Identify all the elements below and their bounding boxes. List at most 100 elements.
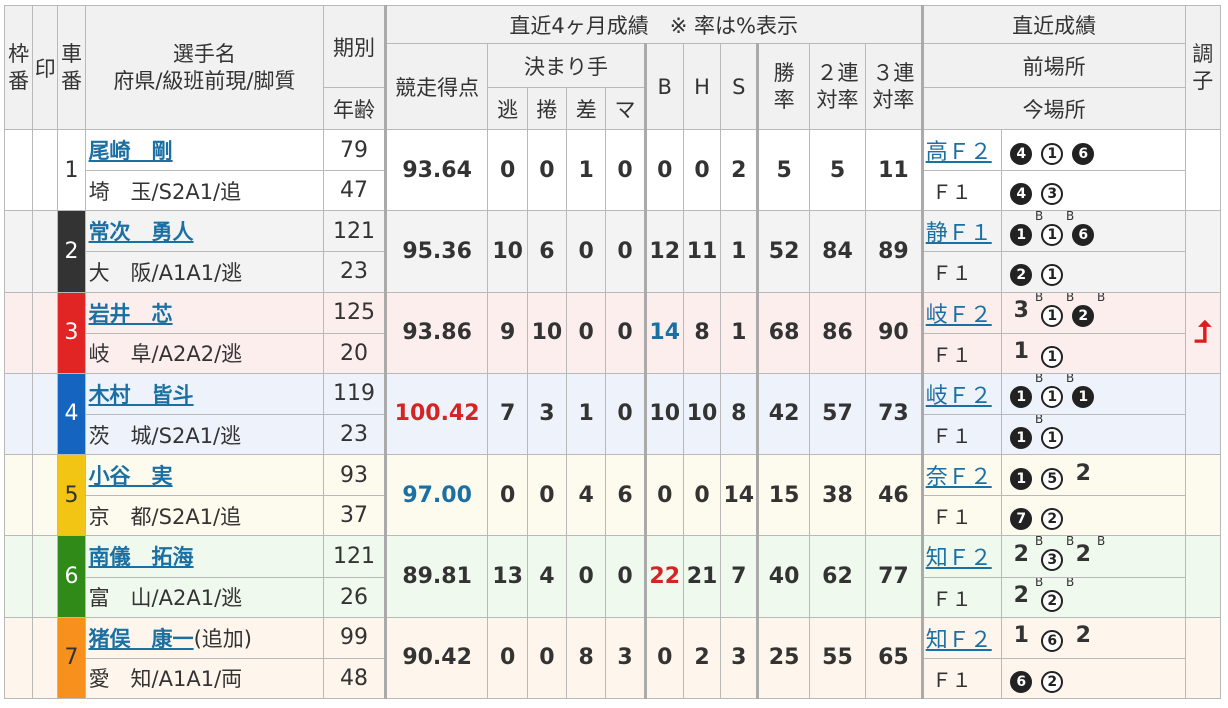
mark-cell[interactable] xyxy=(32,454,59,537)
kibetsu-cell: 93 xyxy=(323,454,386,497)
h-cell: 2 xyxy=(682,616,722,700)
header-age: 年齢 xyxy=(323,87,386,130)
result-rank: 5 xyxy=(1041,467,1064,490)
car-number: 6 xyxy=(57,535,86,618)
mark-cell[interactable] xyxy=(32,128,59,212)
header-win-1: 勝 xyxy=(773,61,795,86)
mark-cell[interactable] xyxy=(32,372,59,456)
mark-cell[interactable] xyxy=(32,616,59,700)
cur-venue-cell: Ｆ１ xyxy=(920,251,1003,293)
player-name-cell: 小谷 実 xyxy=(84,454,325,497)
result-rank: 1 xyxy=(1041,223,1064,246)
player-name-link[interactable]: 小谷 実 xyxy=(89,464,173,488)
b-cell: 22 xyxy=(643,535,684,618)
kibetsu-cell: 119 xyxy=(323,372,386,415)
ren2-rate-cell: 55 xyxy=(808,616,867,700)
ren2-rate-cell: 38 xyxy=(808,454,867,537)
win-rate-cell: 15 xyxy=(756,454,810,537)
b-cell: 14 xyxy=(643,291,684,374)
ren2-rate-cell: 86 xyxy=(808,291,867,374)
makuri-cell: 0 xyxy=(526,454,568,537)
result-rank: 1 xyxy=(1041,427,1064,450)
nige-cell: 13 xyxy=(487,535,528,618)
mark-cell[interactable] xyxy=(32,535,59,618)
result-sup: B xyxy=(1066,577,1075,589)
result-sup: B xyxy=(1097,535,1106,548)
win-rate-cell: 52 xyxy=(756,210,810,293)
prev-venue-link[interactable]: 岐Ｆ２ xyxy=(926,384,992,409)
prev-venue-link[interactable]: 奈Ｆ２ xyxy=(926,465,992,490)
header-win-2: 率 xyxy=(773,87,795,112)
s-cell: 7 xyxy=(720,535,759,618)
result-mark: 1B xyxy=(1041,293,1074,328)
win-rate-cell: 42 xyxy=(756,372,810,456)
car-number: 7 xyxy=(57,616,86,700)
player-name-link[interactable]: 猪俣 康一 xyxy=(89,627,194,651)
result-rank: 6 xyxy=(1072,223,1095,246)
result-rank: 1 xyxy=(1010,386,1033,409)
prev-venue-link[interactable]: 岐Ｆ２ xyxy=(926,303,992,328)
player-info: 愛 知/A1A1/両 xyxy=(84,657,325,700)
result-rank: 2 xyxy=(1041,508,1064,531)
player-name-cell: 猪俣 康一(追加) xyxy=(84,616,325,659)
age-cell: 26 xyxy=(323,576,386,618)
result-mark: 1B xyxy=(1010,415,1043,450)
kibetsu-cell: 121 xyxy=(323,210,386,253)
result-rank: 2 xyxy=(1041,589,1064,612)
prev-venue-cell: 高Ｆ２ xyxy=(920,128,1003,172)
result-mark: 2 xyxy=(1010,257,1033,287)
sashi-cell: 8 xyxy=(566,616,607,700)
mark-cell[interactable] xyxy=(32,210,59,293)
h-cell: 0 xyxy=(682,454,722,537)
result-rank: 1 xyxy=(1041,305,1064,328)
player-name-link[interactable]: 木村 皆斗 xyxy=(89,383,194,407)
waku-cell xyxy=(3,128,34,212)
header-score: 競走得点 xyxy=(383,43,489,130)
cur-venue-cell: Ｆ１ xyxy=(920,413,1003,456)
prev-venue-link[interactable]: 知Ｆ２ xyxy=(926,546,992,571)
prev-venue-link[interactable]: 高Ｆ２ xyxy=(926,140,992,165)
result-mark: 2 xyxy=(1072,623,1094,648)
age-cell: 20 xyxy=(323,332,386,374)
player-name-cell: 岩井 芯 xyxy=(84,291,325,334)
player-name-link[interactable]: 岩井 芯 xyxy=(89,302,173,326)
result-mark: 4 xyxy=(1010,136,1033,165)
result-mark: 1B xyxy=(1010,212,1043,246)
prev-venue-link[interactable]: 静Ｆ１ xyxy=(926,221,992,246)
result-mark: 5 xyxy=(1041,461,1064,490)
nige-cell: 0 xyxy=(487,128,528,212)
waku-cell xyxy=(3,454,34,537)
rider-row: 2 常次 勇人 121 95.36 10 6 0 0 12 11 1 52 84… xyxy=(3,210,1222,293)
player-info: 大 阪/A1A1/逃 xyxy=(84,251,325,293)
sashi-cell: 0 xyxy=(566,291,607,374)
result-rank: 2 xyxy=(1075,460,1091,486)
s-cell: 1 xyxy=(720,210,759,293)
result-rank: 2 xyxy=(1072,305,1095,328)
s-cell: 8 xyxy=(720,372,759,456)
ren2-rate-cell: 5 xyxy=(808,128,867,212)
result-mark: 6 xyxy=(1072,136,1095,165)
score-cell: 90.42 xyxy=(383,616,489,700)
header-waku: 枠番 xyxy=(3,5,34,130)
result-rank: 4 xyxy=(1010,142,1033,165)
header-sashi: 差 xyxy=(566,87,607,130)
rider-row: 6 南儀 拓海 121 89.81 13 4 0 0 22 21 7 40 62… xyxy=(3,535,1222,618)
header-cur-venue: 今場所 xyxy=(920,87,1186,130)
ren2-rate-cell: 84 xyxy=(808,210,867,293)
car-number: 4 xyxy=(57,372,86,456)
result-mark: 2 xyxy=(1041,501,1064,531)
cur-results: 1B1 xyxy=(1001,413,1186,456)
cur-results: 43 xyxy=(1001,170,1186,212)
mark-count-cell: 6 xyxy=(605,454,646,537)
prev-venue-link[interactable]: 知Ｆ２ xyxy=(926,628,992,653)
result-rank: 1 xyxy=(1041,142,1064,165)
prev-venue-cell: 奈Ｆ２ xyxy=(920,454,1003,497)
win-rate-cell: 40 xyxy=(756,535,810,618)
player-name-link[interactable]: 尾崎 剛 xyxy=(89,139,173,163)
player-name-extra: (追加) xyxy=(193,626,252,651)
player-name-link[interactable]: 南儀 拓海 xyxy=(89,545,194,569)
mark-cell[interactable] xyxy=(32,291,59,374)
player-name-cell: 尾崎 剛 xyxy=(84,128,325,172)
header-player: 選手名 府県/級班前現/脚質 xyxy=(84,5,325,130)
player-name-link[interactable]: 常次 勇人 xyxy=(89,220,194,244)
